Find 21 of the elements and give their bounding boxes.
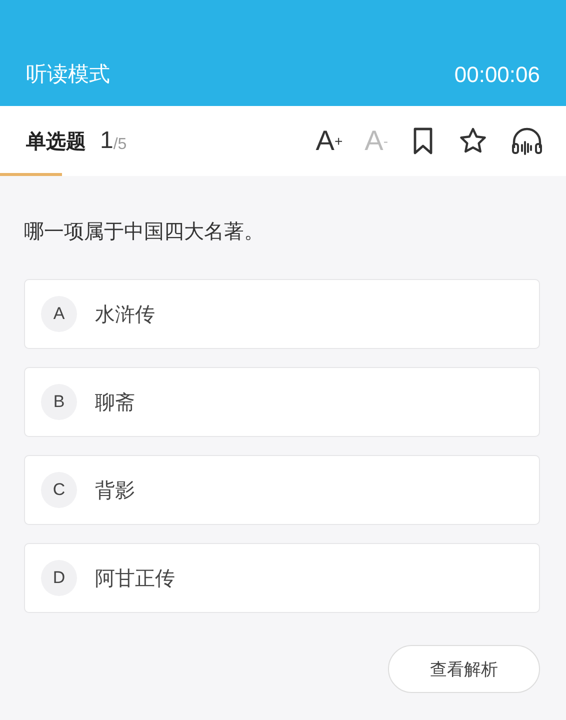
font-size-button[interactable]: A$^{+}$ bbox=[316, 125, 343, 157]
option-letter: C bbox=[41, 472, 77, 508]
answer-option[interactable]: D 阿甘正传 bbox=[24, 543, 540, 613]
timer: 00:00:06 bbox=[454, 62, 540, 88]
view-analysis-button[interactable]: 查看解析 bbox=[388, 645, 540, 693]
headphones-icon[interactable] bbox=[510, 126, 544, 156]
question-number: 1 bbox=[100, 127, 114, 155]
option-letter: A bbox=[41, 296, 77, 332]
option-text: 水浒传 bbox=[95, 300, 155, 328]
question-total: /5 bbox=[113, 136, 127, 154]
option-text: 背影 bbox=[95, 476, 135, 504]
mode-title: 听读模式 bbox=[26, 61, 110, 88]
question-text: 哪一项属于中国四大名著。 bbox=[23, 218, 265, 245]
option-letter: D bbox=[41, 560, 77, 596]
question-type-tab[interactable]: 单选题 bbox=[0, 106, 100, 176]
answer-option[interactable]: A 水浒传 bbox=[24, 279, 540, 349]
answer-option[interactable]: C 背影 bbox=[24, 455, 540, 525]
option-text: 聊斋 bbox=[95, 388, 135, 416]
option-text: 阿甘正传 bbox=[95, 564, 175, 592]
answer-option[interactable]: B 聊斋 bbox=[24, 367, 540, 437]
option-letter: B bbox=[41, 384, 77, 420]
